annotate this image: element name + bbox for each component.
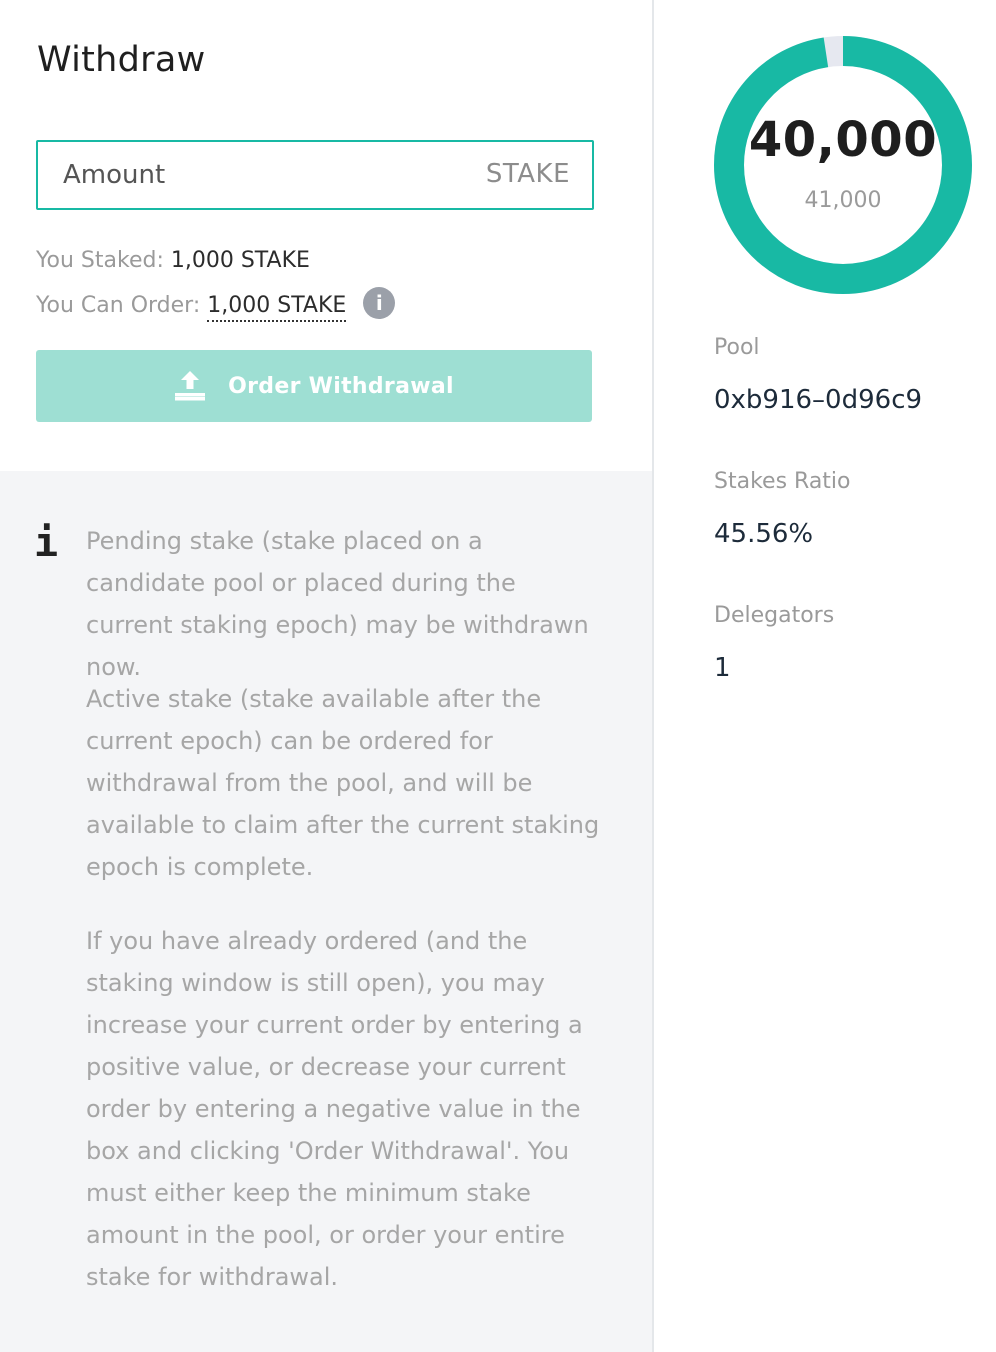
info-paragraph-active: Active stake (stake available after the … xyxy=(86,685,600,881)
order-withdrawal-label: Order Withdrawal xyxy=(228,373,454,399)
can-order-line: You Can Order: 1,000 STAKE i xyxy=(36,287,396,322)
amount-unit-label: STAKE xyxy=(485,159,570,189)
amount-input[interactable] xyxy=(38,142,483,208)
info-paragraph-ordered: If you have already ordered (and the sta… xyxy=(86,927,583,1291)
staked-value: 1,000 STAKE xyxy=(170,248,310,273)
order-withdrawal-button[interactable]: Order Withdrawal xyxy=(36,350,592,422)
delegators-label: Delegators xyxy=(714,603,835,628)
donut-total: 41,000 xyxy=(804,188,882,213)
amount-field[interactable]: STAKE xyxy=(36,140,594,210)
can-order-label: You Can Order: xyxy=(36,293,201,318)
info-icon: i xyxy=(34,520,59,566)
stakes-ratio-value: 45.56% xyxy=(714,519,814,549)
pool-address[interactable]: 0xb916–0d96c9 xyxy=(714,385,922,415)
staked-label: You Staked: xyxy=(36,248,164,273)
delegators-value: 1 xyxy=(714,653,731,683)
upload-icon xyxy=(175,371,206,401)
page-title: Withdraw xyxy=(37,40,206,80)
panel-divider xyxy=(652,0,654,1352)
donut-value: 40,000 xyxy=(748,112,938,168)
info-paragraph-pending: Pending stake (stake placed on a candida… xyxy=(86,527,589,681)
can-order-value[interactable]: 1,000 STAKE xyxy=(207,293,347,322)
pool-label: Pool xyxy=(714,335,760,360)
staked-line: You Staked: 1,000 STAKE xyxy=(36,248,310,273)
info-circle-icon[interactable]: i xyxy=(363,287,396,319)
stakes-ratio-label: Stakes Ratio xyxy=(714,469,851,494)
